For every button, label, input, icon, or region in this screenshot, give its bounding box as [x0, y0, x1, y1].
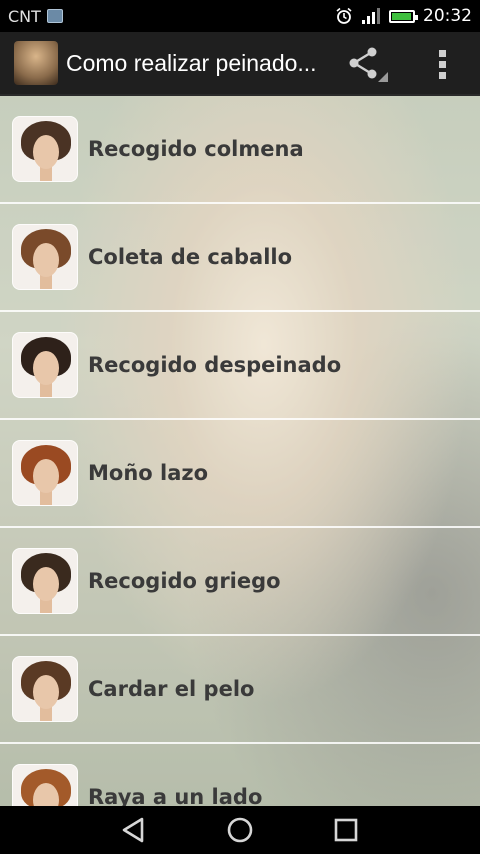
list-item-label: Recogido griego [88, 569, 281, 593]
app-title: Como realizar peinado... [66, 49, 317, 76]
recents-icon[interactable] [326, 814, 366, 846]
list-item[interactable]: Raya a un lado [0, 744, 480, 806]
clock: 20:32 [423, 6, 472, 26]
alarm-icon [336, 7, 352, 24]
status-bar: CNT 20:32 [0, 0, 480, 32]
signal-icon [362, 8, 380, 24]
hairstyle-thumbnail [12, 224, 78, 290]
list-item[interactable]: Moño lazo [0, 420, 480, 528]
list-item-label: Recogido colmena [88, 137, 304, 161]
carrier-name: CNT [8, 6, 41, 26]
hairstyle-list-container: Recogido colmena Coleta de caballo Recogid… [0, 96, 480, 806]
battery-charging-icon [389, 9, 418, 23]
hairstyle-thumbnail [12, 332, 78, 398]
navigation-bar [0, 806, 480, 854]
hairstyle-thumbnail [12, 656, 78, 722]
list-item-label: Coleta de caballo [88, 245, 293, 269]
share-icon[interactable] [344, 44, 388, 84]
hairstyle-list: Recogido colmena Coleta de caballo Recogid… [0, 96, 480, 806]
list-item-label: Recogido despeinado [88, 353, 342, 377]
hairstyle-thumbnail [12, 764, 78, 806]
action-bar: Como realizar peinado... [0, 32, 480, 96]
list-item-label: Moño lazo [88, 461, 209, 485]
image-notification-icon [46, 9, 63, 23]
list-item[interactable]: Coleta de caballo [0, 204, 480, 312]
list-item[interactable]: Recogido colmena [0, 96, 480, 204]
list-item-label: Cardar el pelo [88, 677, 255, 701]
overflow-menu-icon[interactable] [426, 42, 460, 86]
home-icon[interactable] [220, 814, 260, 846]
list-item[interactable]: Recogido despeinado [0, 312, 480, 420]
back-icon[interactable] [114, 814, 154, 846]
app-icon[interactable] [14, 41, 58, 85]
status-right: 20:32 [335, 6, 472, 26]
list-item[interactable]: Cardar el pelo [0, 636, 480, 744]
status-left: CNT [8, 7, 63, 26]
list-item-label: Raya a un lado [88, 785, 263, 806]
hairstyle-thumbnail [12, 116, 78, 182]
hairstyle-thumbnail [12, 440, 78, 506]
list-item[interactable]: Recogido griego [0, 528, 480, 636]
hairstyle-thumbnail [12, 548, 78, 614]
